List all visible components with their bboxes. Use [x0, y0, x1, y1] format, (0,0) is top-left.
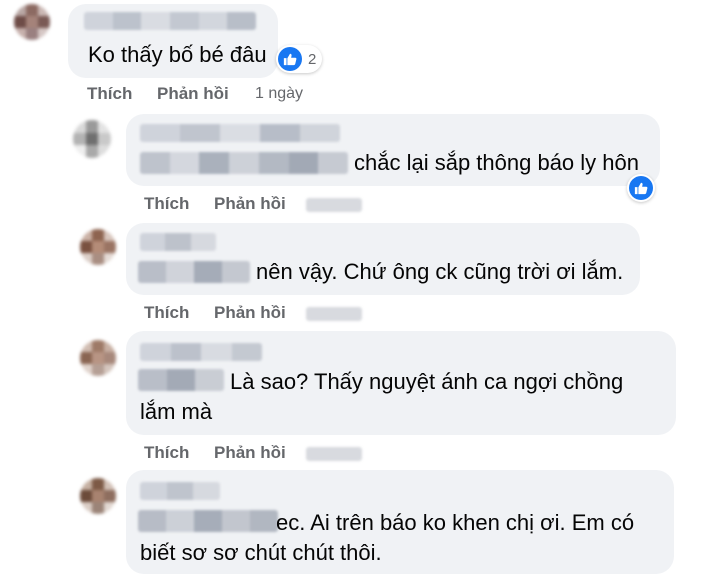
comment-timestamp[interactable]	[306, 198, 362, 212]
reply-button[interactable]: Phản hồi	[157, 84, 229, 104]
like-button[interactable]: Thích	[144, 194, 189, 214]
avatar[interactable]	[80, 478, 116, 514]
reply-button[interactable]: Phản hồi	[214, 303, 286, 323]
mention-redacted[interactable]	[138, 510, 278, 532]
comment-text: nên vậy. Chứ ông ck cũng trời ơi lắm.	[256, 259, 624, 284]
reaction-summary[interactable]	[627, 174, 655, 202]
avatar[interactable]	[80, 229, 116, 265]
comment-timestamp[interactable]	[306, 447, 362, 461]
like-icon	[629, 176, 653, 200]
comment-timestamp[interactable]: 1 ngày	[255, 85, 303, 103]
comment-text: lắm mà	[140, 399, 213, 424]
mention-redacted[interactable]	[138, 261, 250, 283]
comment-thread: Ko thấy bố bé đâu 2 Thích Phản hồi 1 ngà…	[0, 0, 721, 582]
comment-bubble: nên vậy. Chứ ông ck cũng trời ơi lắm.	[126, 223, 640, 295]
commenter-name-redacted[interactable]	[140, 343, 262, 361]
comment-bubble: chắc lại sắp thông báo ly hôn	[126, 114, 660, 186]
reaction-summary[interactable]: 2	[276, 45, 323, 73]
reaction-count: 2	[308, 50, 317, 68]
comment-timestamp[interactable]	[306, 307, 362, 321]
avatar[interactable]	[14, 4, 50, 40]
comment-text: Là sao? Thấy nguyệt ánh ca ngợi chồng	[230, 369, 624, 394]
avatar[interactable]	[80, 340, 116, 376]
avatar[interactable]	[73, 120, 111, 158]
comment-text: ec. Ai trên báo ko khen chị ơi. Em có	[276, 510, 635, 535]
commenter-name-redacted[interactable]	[84, 12, 256, 30]
reply-button[interactable]: Phản hồi	[214, 194, 286, 214]
commenter-name-redacted[interactable]	[140, 482, 220, 500]
like-icon	[278, 47, 302, 71]
like-button[interactable]: Thích	[144, 443, 189, 463]
comment-bubble: Là sao? Thấy nguyệt ánh ca ngợi chồng lắ…	[126, 331, 676, 435]
comment-bubble: Ko thấy bố bé đâu	[68, 4, 278, 78]
mention-redacted[interactable]	[140, 152, 348, 174]
like-button[interactable]: Thích	[144, 303, 189, 323]
reply-button[interactable]: Phản hồi	[214, 443, 286, 463]
mention-redacted[interactable]	[138, 369, 224, 391]
comment-text: chắc lại sắp thông báo ly hôn	[354, 150, 639, 175]
commenter-name-redacted[interactable]	[140, 233, 216, 251]
comment-text: biết sơ sơ chút chút thôi.	[140, 540, 382, 565]
commenter-name-redacted[interactable]	[140, 124, 340, 142]
like-button[interactable]: Thích	[87, 84, 132, 104]
comment-bubble: ec. Ai trên báo ko khen chị ơi. Em có bi…	[126, 470, 674, 574]
comment-text: Ko thấy bố bé đâu	[88, 42, 267, 67]
